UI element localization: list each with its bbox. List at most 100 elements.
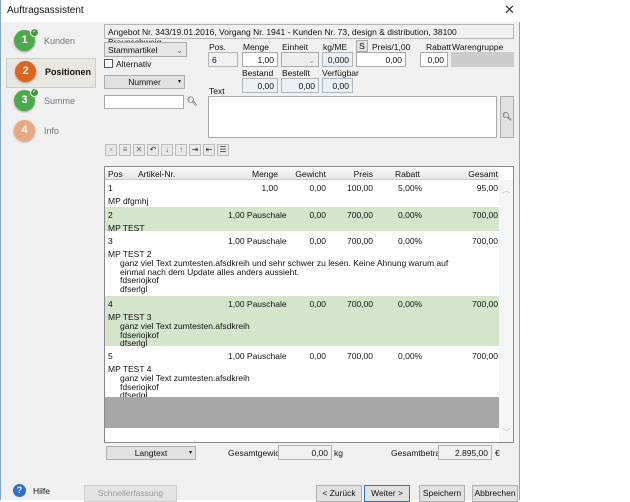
vertical-scrollbar[interactable]: ︿ ﹀ — [499, 180, 513, 442]
kg-unit: kg — [334, 448, 343, 458]
text-input[interactable] — [208, 96, 497, 138]
cell-menge: 1,00 Pauschale — [228, 210, 287, 220]
table-row[interactable]: 5 1,00 Pauschale 0,00 700,00 0,00% 700,0… — [105, 348, 499, 400]
move-up-icon[interactable]: ↑ — [175, 144, 187, 156]
cell-text-line: dfserlgl — [120, 338, 148, 348]
schnellerfassung-button[interactable]: Schnellerfassung — [84, 485, 177, 502]
delete-icon[interactable]: ✕ — [133, 144, 145, 156]
move-down-icon[interactable]: ↓ — [161, 144, 173, 156]
step-label: Info — [44, 126, 60, 136]
new-icon[interactable]: ▫ — [105, 144, 117, 156]
speichern-button[interactable]: Speichern — [419, 485, 465, 502]
cell-pos: 1 — [108, 183, 113, 193]
einheit-select[interactable]: ⌄ — [281, 52, 319, 67]
text-search-icon[interactable]: 🔍︎ — [500, 96, 514, 138]
wizard-step-info[interactable]: 4 Info — [6, 118, 96, 148]
cell-preis: 700,00 — [347, 351, 373, 361]
cell-rabatt: 5,00% — [398, 183, 423, 193]
scroll-up-icon[interactable]: ︿ — [502, 184, 511, 196]
euro-unit: € — [495, 448, 500, 458]
preis-input[interactable]: 0,00 — [356, 52, 406, 67]
cell-menge: 1,00 Pauschale — [228, 236, 287, 246]
chevron-down-icon: ⌄ — [175, 45, 183, 55]
col-rabatt[interactable]: Rabatt — [395, 169, 420, 179]
checkmark-icon: ✓ — [30, 88, 39, 97]
col-pos[interactable]: Pos — [108, 169, 123, 179]
warengruppe-select[interactable] — [451, 52, 514, 67]
search-input[interactable] — [104, 95, 184, 109]
step-number: 2 — [15, 61, 36, 82]
list-icon[interactable]: ☰ — [217, 144, 229, 156]
cell-gewicht: 0,00 — [309, 210, 326, 220]
cell-gewicht: 0,00 — [309, 183, 326, 193]
gesamtbetrag-field: 2.895,00 — [438, 445, 492, 460]
alternativ-checkbox[interactable] — [104, 59, 113, 68]
abbrechen-button[interactable]: Abbrechen — [472, 485, 518, 502]
warengruppe-label: Warengruppe — [452, 42, 504, 52]
table-row[interactable]: 1 1,00 0,00 100,00 5,00% 95,00 MP dfgmhj — [105, 180, 499, 207]
col-preis[interactable]: Preis — [354, 169, 373, 179]
cell-pos: 4 — [108, 299, 113, 309]
cell-gesamt: 700,00 — [472, 299, 498, 309]
cell-preis: 100,00 — [347, 183, 373, 193]
table-header: Pos Artikel-Nr. Menge Gewicht Preis Raba… — [105, 167, 499, 180]
cell-rabatt: 0,00% — [398, 236, 423, 246]
article-type-select[interactable]: Stammartikel ⌄ — [104, 42, 187, 57]
search-icon[interactable]: 🔍︎ — [185, 95, 199, 109]
cell-title: MP TEST — [108, 223, 145, 233]
menge-input[interactable]: 1,00 — [242, 52, 278, 67]
cell-preis: 700,00 — [347, 210, 373, 220]
undo-icon[interactable]: ↶ — [147, 144, 159, 156]
wizard-step-kunden[interactable]: 1 ✓ Kunden — [6, 28, 96, 58]
table-row[interactable]: 3 1,00 Pauschale 0,00 700,00 0,00% 700,0… — [105, 233, 499, 294]
wizard-step-summe[interactable]: 3 ✓ Summe — [6, 88, 96, 118]
cell-preis: 700,00 — [347, 236, 373, 246]
gesamtgewicht-field: 0,00 — [278, 445, 332, 460]
checkmark-icon: ✓ — [30, 28, 39, 37]
kgme-field: 0,000 — [322, 52, 353, 67]
cell-title: MP dfgmhj — [108, 196, 149, 206]
search-mode-dropdown[interactable]: Nummer ▾ — [104, 75, 185, 89]
rabatt-input[interactable]: 0,00 — [420, 52, 448, 67]
col-gewicht[interactable]: Gewicht — [295, 169, 326, 179]
cell-rabatt: 0,00% — [398, 299, 423, 309]
langtext-value: Langtext — [134, 448, 168, 458]
insert-icon[interactable]: ≡ — [119, 144, 131, 156]
pos-label: Pos. — [209, 42, 227, 52]
cell-menge: 1,00 Pauschale — [228, 299, 287, 309]
scroll-down-icon[interactable]: ﹀ — [502, 426, 511, 438]
cell-pos: 5 — [108, 351, 113, 361]
cell-text-line: dfserlgl — [120, 283, 148, 294]
preis-label: Preis/1,00 — [372, 42, 411, 52]
col-gesamt[interactable]: Gesamt — [468, 169, 498, 179]
table-row[interactable]: 4 1,00 Pauschale 0,00 700,00 0,00% 700,0… — [105, 296, 499, 348]
step-label: Summe — [44, 96, 76, 106]
zurueck-button[interactable]: < Zurück — [316, 485, 362, 502]
s-button[interactable]: S — [356, 40, 368, 52]
bestellt-field: 0,00 — [281, 78, 319, 93]
cell-pos: 3 — [108, 236, 113, 246]
header-info: Angebot Nr. 343/19.01.2016, Vorgang Nr. … — [104, 24, 514, 47]
wizard-step-positionen[interactable]: 2 Positionen — [6, 58, 96, 88]
col-menge[interactable]: Menge — [252, 169, 278, 179]
langtext-dropdown[interactable]: Langtext ▾ — [106, 446, 196, 460]
cell-gesamt: 700,00 — [472, 236, 498, 246]
hilfe-link[interactable]: Hilfe — [33, 486, 50, 496]
pos-field: 6 — [208, 52, 238, 67]
cell-menge: 1,00 Pauschale — [228, 351, 287, 361]
outdent-icon[interactable]: ⇤ — [203, 144, 215, 156]
cell-preis: 700,00 — [347, 299, 373, 309]
table-row[interactable]: 2 1,00 Pauschale 0,00 700,00 0,00% 700,0… — [105, 207, 499, 233]
help-icon[interactable]: ? — [13, 484, 26, 497]
indent-icon[interactable]: ⇥ — [189, 144, 201, 156]
weiter-button[interactable]: Weiter > — [364, 485, 410, 502]
positions-table: Pos Artikel-Nr. Menge Gewicht Preis Raba… — [104, 166, 514, 443]
alternativ-label: Alternativ — [116, 59, 152, 69]
close-icon[interactable]: ✕ — [504, 2, 515, 18]
text-label: Text — [209, 86, 225, 96]
verfuegbar-label: Verfügbar — [322, 68, 359, 78]
cell-gesamt: 700,00 — [472, 351, 498, 361]
cell-gewicht: 0,00 — [309, 299, 326, 309]
col-artikel[interactable]: Artikel-Nr. — [138, 169, 175, 179]
bestand-label: Bestand — [242, 68, 274, 78]
